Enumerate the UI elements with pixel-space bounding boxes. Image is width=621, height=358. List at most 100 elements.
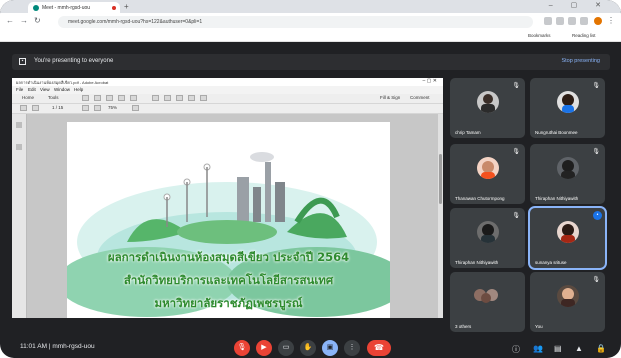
print-icon[interactable] bbox=[94, 95, 101, 101]
participant-name: Thiraphan Nithiyawith bbox=[535, 196, 579, 201]
app-window-controls[interactable]: – ▢ ✕ bbox=[423, 78, 437, 84]
avatar bbox=[556, 157, 579, 179]
mic-muted-icon: 🎙 bbox=[592, 83, 600, 89]
avatar bbox=[556, 221, 579, 243]
draw-icon[interactable] bbox=[176, 95, 183, 101]
save-icon[interactable] bbox=[82, 95, 89, 101]
participant-tile[interactable]: 🎙 Thiraphan Nithiyawith bbox=[450, 208, 525, 268]
forward-icon[interactable]: → bbox=[20, 16, 28, 25]
menu-edit[interactable]: Edit bbox=[28, 87, 36, 92]
avatar bbox=[476, 221, 499, 243]
pages-panel-icon[interactable] bbox=[16, 144, 22, 150]
menu-file[interactable]: File bbox=[16, 87, 23, 92]
clock-text: 11:01 AM bbox=[20, 343, 47, 350]
participant-tile[interactable]: 🎙 chrip Tamam bbox=[450, 78, 525, 138]
comment-icon[interactable] bbox=[152, 95, 159, 101]
app-left-panel bbox=[12, 114, 27, 318]
mic-muted-icon: 🎙 bbox=[592, 149, 600, 155]
sign-icon[interactable] bbox=[200, 95, 207, 101]
bookmark-panel-icon[interactable] bbox=[16, 122, 22, 128]
participant-tile[interactable]: 🎙 Thiraphan Nithiyawith bbox=[530, 144, 605, 204]
arrow-down-icon[interactable] bbox=[32, 105, 39, 111]
search-icon[interactable] bbox=[118, 95, 125, 101]
tab-title: Meet - mmh-rgsd-uou bbox=[42, 4, 91, 11]
url-input[interactable]: meet.google.com/mmh-rgsd-uou?hs=122&auth… bbox=[58, 16, 533, 28]
zoom-level-field[interactable]: 75% bbox=[108, 105, 117, 110]
menu-window[interactable]: Window bbox=[54, 87, 70, 92]
mic-muted-icon: 🎙 bbox=[512, 149, 520, 155]
app-toolbar-top: Home Tools Fill & Sign Comment bbox=[12, 94, 443, 104]
zoom-in-icon[interactable] bbox=[94, 105, 101, 111]
participant-name: sunanya srituse bbox=[535, 260, 567, 265]
meeting-details-icon[interactable]: ⓘ bbox=[512, 344, 520, 355]
bookmarks-bar: Bookmarks Reading list bbox=[0, 32, 621, 42]
scrollbar-thumb[interactable] bbox=[439, 154, 442, 204]
profile-avatar-icon[interactable] bbox=[594, 17, 602, 25]
new-tab-button[interactable]: + bbox=[124, 2, 129, 11]
url-text: meet.google.com/mmh-rgsd-uou?hs=122&auth… bbox=[68, 19, 203, 25]
raise-hand-button[interactable]: ✋ bbox=[300, 340, 316, 356]
fill-sign-tool[interactable]: Fill & Sign bbox=[380, 95, 400, 100]
arrow-up-icon[interactable] bbox=[20, 105, 27, 111]
camera-toggle-button[interactable]: ▶ bbox=[256, 340, 272, 356]
page-number-field[interactable]: 1 / 15 bbox=[52, 105, 63, 110]
meeting-time: 11:01 AM | mmh-rgsd-uou bbox=[20, 343, 95, 350]
app-title-bar: ผลการดำเนินงานห้องสมุดสีเขียว.pdf - Adob… bbox=[12, 78, 443, 86]
captions-button[interactable]: ▭ bbox=[278, 340, 294, 356]
screen-frame: Meet - mmh-rgsd-uou + – ▢ ✕ ← → ↻ meet.g… bbox=[0, 0, 621, 358]
presenting-text: You're presenting to everyone bbox=[34, 58, 114, 64]
app-menu-bar: File Edit View Window Help bbox=[12, 86, 443, 94]
slide-title-line1: ผลการดำเนินงานห้องสมุดสีเขียว ประจำปี 25… bbox=[107, 250, 350, 264]
mic-muted-icon: 🎙 bbox=[512, 83, 520, 89]
reload-icon[interactable]: ↻ bbox=[34, 16, 41, 25]
extension-icon[interactable] bbox=[544, 17, 552, 25]
meeting-code: mmh-rgsd-uou bbox=[52, 343, 95, 350]
extensions-puzzle-icon[interactable] bbox=[580, 17, 588, 25]
participant-name: Thanawan Chutormpong bbox=[455, 196, 505, 201]
reading-list[interactable]: Reading list bbox=[572, 33, 596, 38]
others-tile[interactable]: 3 others bbox=[450, 272, 525, 332]
more-options-button[interactable]: ⋮ bbox=[344, 340, 360, 356]
avatar bbox=[556, 91, 579, 113]
self-tile[interactable]: 🎙 You bbox=[530, 272, 605, 332]
people-icon[interactable]: 👥 bbox=[533, 344, 543, 353]
comment-tool[interactable]: Comment bbox=[410, 95, 430, 100]
participant-tile[interactable]: 🎙 Thanawan Chutormpong bbox=[450, 144, 525, 204]
host-controls-icon[interactable]: 🔒 bbox=[596, 344, 606, 353]
stamp-icon[interactable] bbox=[188, 95, 195, 101]
extension-icon[interactable] bbox=[568, 17, 576, 25]
window-controls[interactable]: – ▢ ✕ bbox=[549, 1, 609, 9]
vertical-scrollbar[interactable] bbox=[438, 114, 443, 318]
participant-tile[interactable]: 🎙 Nungruthai Boonmee bbox=[530, 78, 605, 138]
menu-dots-icon[interactable]: ⋮ bbox=[607, 16, 615, 25]
tools-tab[interactable]: Tools bbox=[48, 95, 59, 100]
present-now-button[interactable]: ▣ bbox=[322, 340, 338, 356]
participant-tile-speaking[interactable]: • sunanya srituse bbox=[528, 206, 607, 270]
others-label: 3 others bbox=[455, 324, 472, 329]
stop-presenting-button[interactable]: Stop presenting bbox=[561, 58, 600, 64]
menu-help[interactable]: Help bbox=[74, 87, 83, 92]
browser-tab[interactable]: Meet - mmh-rgsd-uou bbox=[28, 2, 120, 13]
speaking-indicator-icon: • bbox=[593, 211, 602, 220]
fit-page-icon[interactable] bbox=[132, 105, 139, 111]
chat-icon[interactable]: ▤ bbox=[554, 344, 562, 353]
activities-icon[interactable]: ▲ bbox=[575, 344, 583, 353]
slide-title-line3: มหาวิทยาลัยราชภัฏเพชรบูรณ์ bbox=[154, 296, 303, 310]
zoom-out-icon[interactable] bbox=[82, 105, 89, 111]
share-icon[interactable] bbox=[130, 95, 137, 101]
email-icon[interactable] bbox=[106, 95, 113, 101]
bookmarks-folder[interactable]: Bookmarks bbox=[528, 33, 551, 38]
avatar bbox=[556, 285, 579, 307]
time-separator: | bbox=[48, 343, 51, 350]
meet-control-bar: 11:01 AM | mmh-rgsd-uou 🎙 ▶ ▭ ✋ ▣ ⋮ ☎ ⓘ … bbox=[0, 330, 621, 358]
home-tab[interactable]: Home bbox=[22, 95, 34, 100]
extension-icon[interactable] bbox=[556, 17, 564, 25]
participant-name: chrip Tamam bbox=[455, 130, 481, 135]
highlight-icon[interactable] bbox=[164, 95, 171, 101]
end-call-button[interactable]: ☎ bbox=[367, 340, 391, 356]
back-icon[interactable]: ← bbox=[6, 16, 14, 25]
menu-view[interactable]: View bbox=[40, 87, 50, 92]
mic-muted-icon: 🎙 bbox=[592, 277, 600, 283]
mic-toggle-button[interactable]: 🎙 bbox=[234, 340, 250, 356]
others-avatars-icon bbox=[472, 286, 502, 304]
